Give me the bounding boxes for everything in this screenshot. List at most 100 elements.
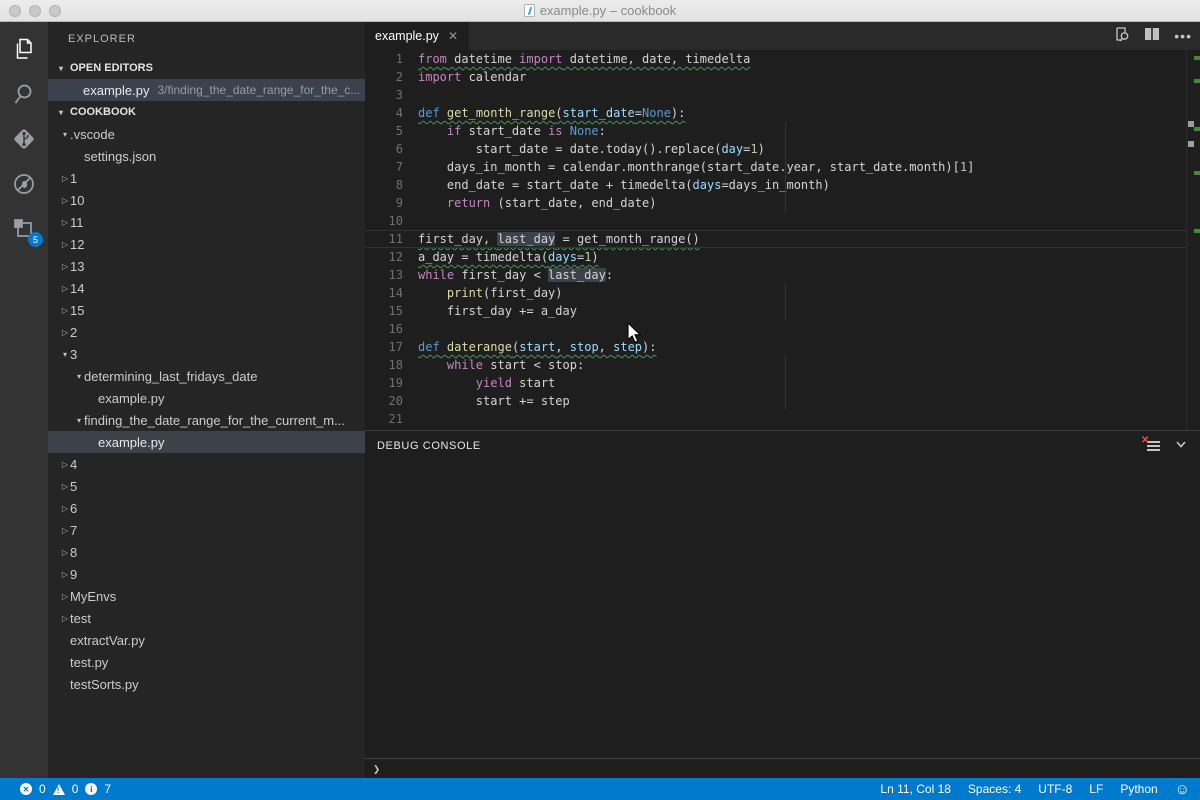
line-number[interactable]: 19 xyxy=(365,374,411,392)
activity-extensions-button[interactable]: 5 xyxy=(11,216,37,242)
overview-ruler[interactable] xyxy=(1186,50,1200,430)
line-number[interactable]: 20 xyxy=(365,392,411,410)
split-editor-button[interactable] xyxy=(1144,27,1160,46)
tree-item[interactable]: ▷11 xyxy=(48,211,365,233)
feedback-smiley-icon[interactable]: ☺ xyxy=(1175,782,1190,797)
code-editor[interactable]: 1 from datetime import datetime, date, ti… xyxy=(365,50,1200,430)
info-count[interactable]: 7 xyxy=(104,782,111,796)
status-item[interactable]: Python xyxy=(1120,782,1157,796)
chevron-collapsed-icon: ▷ xyxy=(60,196,70,205)
tree-item[interactable]: extractVar.py xyxy=(48,629,365,651)
tree-item[interactable]: ▷10 xyxy=(48,189,365,211)
tab-bar: example.py ✕ ••• xyxy=(365,22,1200,50)
chevron-expanded-icon: ▾ xyxy=(60,130,70,139)
folder-section-header[interactable]: ▾ COOKBOOK xyxy=(48,101,365,123)
tree-item[interactable]: ▾determining_last_fridays_date xyxy=(48,365,365,387)
sidebar-title: EXPLORER xyxy=(48,22,365,57)
line-number[interactable]: 15 xyxy=(365,302,411,320)
activity-search-button[interactable] xyxy=(11,81,37,107)
line-number[interactable]: 2 xyxy=(365,68,411,86)
error-count[interactable]: 0 xyxy=(39,782,46,796)
line-number[interactable]: 18 xyxy=(365,356,411,374)
status-item[interactable]: Ln 11, Col 18 xyxy=(880,782,951,796)
tree-item[interactable]: ▷4 xyxy=(48,453,365,475)
tree-item[interactable]: test.py xyxy=(48,651,365,673)
tree-item-label: example.py xyxy=(98,391,164,406)
line-number[interactable]: 6 xyxy=(365,140,411,158)
panel-tab-debug-console[interactable]: DEBUG CONSOLE xyxy=(377,440,481,452)
tree-item[interactable]: ▷9 xyxy=(48,563,365,585)
tree-item-label: MyEnvs xyxy=(70,589,116,604)
open-editor-item[interactable]: example.py 3/finding_the_date_range_for_… xyxy=(48,79,365,101)
chevron-expanded-icon: ▾ xyxy=(74,372,84,381)
clear-console-icon[interactable]: ✕ xyxy=(1145,440,1160,452)
chevron-expanded-icon: ▾ xyxy=(56,108,66,117)
activity-explorer-button[interactable] xyxy=(11,36,37,62)
chevron-collapsed-icon: ▷ xyxy=(60,504,70,513)
activity-source-control-button[interactable] xyxy=(11,126,37,152)
warning-count[interactable]: 0 xyxy=(72,782,79,796)
line-number[interactable]: 8 xyxy=(365,176,411,194)
tree-item[interactable]: ▷1 xyxy=(48,167,365,189)
activity-debug-button[interactable] xyxy=(11,171,37,197)
line-number[interactable]: 1 xyxy=(365,50,411,68)
chevron-collapsed-icon: ▷ xyxy=(60,614,70,623)
line-number[interactable]: 10 xyxy=(365,212,411,230)
window-title: example.py – cookbook xyxy=(540,3,677,18)
tree-item[interactable]: example.py xyxy=(48,431,365,453)
word-highlight: last_day xyxy=(548,268,606,282)
close-tab-icon[interactable]: ✕ xyxy=(448,29,458,43)
tab-example-py[interactable]: example.py ✕ xyxy=(365,22,469,50)
line-number[interactable]: 4 xyxy=(365,104,411,122)
collapse-panel-icon[interactable] xyxy=(1174,437,1188,455)
tree-item[interactable]: ▷8 xyxy=(48,541,365,563)
tree-item-label: 1 xyxy=(70,171,77,186)
status-item[interactable]: Spaces: 4 xyxy=(968,782,1021,796)
tree-item[interactable]: ▷5 xyxy=(48,475,365,497)
tree-item[interactable]: ▾finding_the_date_range_for_the_current_… xyxy=(48,409,365,431)
explorer-sidebar: EXPLORER ▾ OPEN EDITORS example.py 3/fin… xyxy=(48,22,365,778)
tree-item[interactable]: example.py xyxy=(48,387,365,409)
open-editors-header[interactable]: ▾ OPEN EDITORS xyxy=(48,57,365,79)
tree-item[interactable]: ▾3 xyxy=(48,343,365,365)
code-line: 3 xyxy=(365,86,1200,104)
code-line-text: from datetime import datetime, date, tim… xyxy=(418,50,750,68)
tree-item[interactable]: ▷2 xyxy=(48,321,365,343)
tree-item[interactable]: ▷14 xyxy=(48,277,365,299)
line-number[interactable]: 13 xyxy=(365,266,411,284)
info-icon[interactable]: i xyxy=(85,783,97,795)
code-line: 7 days_in_month = calendar.monthrange(st… xyxy=(365,158,1200,176)
debug-console-input[interactable]: ❯ xyxy=(365,758,1200,778)
file-proxy-icon xyxy=(524,4,535,17)
status-item[interactable]: UTF-8 xyxy=(1038,782,1072,796)
tree-item[interactable]: ▷12 xyxy=(48,233,365,255)
tree-item[interactable]: ▷test xyxy=(48,607,365,629)
tree-item-label: 10 xyxy=(70,193,84,208)
line-number[interactable]: 14 xyxy=(365,284,411,302)
open-preview-button[interactable] xyxy=(1114,26,1130,47)
tree-item[interactable]: ▾.vscode xyxy=(48,123,365,145)
status-item[interactable]: LF xyxy=(1089,782,1103,796)
tree-item[interactable]: ▷MyEnvs xyxy=(48,585,365,607)
more-actions-button[interactable]: ••• xyxy=(1174,28,1192,44)
code-line: 14 print(first_day) xyxy=(365,284,1200,302)
line-number[interactable]: 7 xyxy=(365,158,411,176)
tree-item[interactable]: ▷6 xyxy=(48,497,365,519)
warnings-icon[interactable] xyxy=(53,784,65,795)
line-number[interactable]: 11 xyxy=(365,230,411,248)
tree-item-label: 3 xyxy=(70,347,77,362)
line-number[interactable]: 17 xyxy=(365,338,411,356)
line-number[interactable]: 12 xyxy=(365,248,411,266)
line-number[interactable]: 21 xyxy=(365,410,411,428)
tree-item[interactable]: ▷15 xyxy=(48,299,365,321)
tree-item[interactable]: settings.json xyxy=(48,145,365,167)
line-number[interactable]: 3 xyxy=(365,86,411,104)
tree-item[interactable]: testSorts.py xyxy=(48,673,365,695)
no-debug-icon xyxy=(11,171,37,197)
tree-item[interactable]: ▷7 xyxy=(48,519,365,541)
line-number[interactable]: 5 xyxy=(365,122,411,140)
errors-icon[interactable]: ✕ xyxy=(20,783,32,795)
line-number[interactable]: 9 xyxy=(365,194,411,212)
tree-item[interactable]: ▷13 xyxy=(48,255,365,277)
line-number[interactable]: 16 xyxy=(365,320,411,338)
